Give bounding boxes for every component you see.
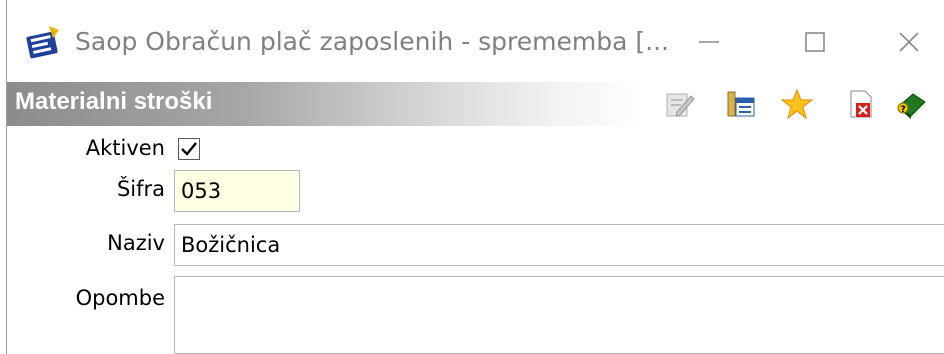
window-title: Saop Obračun plač zaposlenih - sprememba… [75,27,669,56]
star-icon[interactable] [780,88,814,120]
close-button[interactable] [879,18,939,66]
section-title: Materialni stroški [15,88,213,115]
book-icon[interactable]: ? [895,88,927,120]
title-bar[interactable]: Saop Obračun plač zaposlenih - sprememba… [7,0,944,86]
opombe-textarea[interactable] [174,276,944,354]
delete-icon[interactable] [845,88,877,120]
edit-icon[interactable] [663,88,695,120]
form-panel: Aktiven Šifra 053 Naziv Božičnica Opombe [7,126,944,354]
aktiven-checkbox[interactable] [178,138,200,160]
minimize-button[interactable] [679,18,739,66]
app-icon [25,24,61,60]
naziv-field[interactable]: Božičnica [174,224,944,266]
list-icon[interactable] [725,88,757,120]
checkmark-icon [181,142,197,156]
naziv-value: Božičnica [181,233,281,257]
sifra-value: 053 [181,179,222,203]
aktiven-label: Aktiven [85,136,165,160]
sifra-field[interactable]: 053 [174,170,300,212]
svg-text:?: ? [901,105,906,115]
maximize-button[interactable] [785,18,845,66]
opombe-label: Opombe [75,286,165,310]
dialog-window: Saop Obračun plač zaposlenih - sprememba… [6,0,944,354]
section-header: Materialni stroški ? [7,82,944,126]
naziv-label: Naziv [107,231,165,255]
sifra-label: Šifra [116,177,165,201]
